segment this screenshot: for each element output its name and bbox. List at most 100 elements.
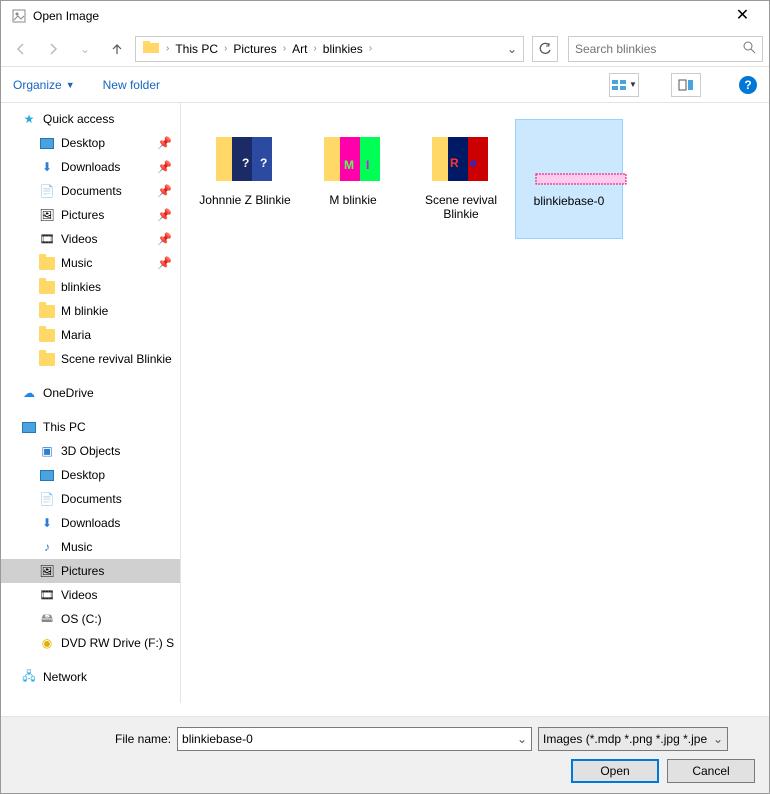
network-icon: 🖧 [21, 669, 37, 685]
pictures-icon: 🖼 [39, 563, 55, 579]
pin-icon: 📌 [157, 256, 172, 270]
filetype-filter[interactable]: Images (*.mdp *.png *.jpg *.jpe ⌄ [538, 727, 728, 751]
pin-icon: 📌 [157, 184, 172, 198]
dvd-icon: ◉ [39, 635, 55, 651]
tree-onedrive[interactable]: ☁OneDrive [1, 381, 180, 405]
file-label: Scene revival Blinkie [407, 193, 515, 221]
breadcrumb-blinkies[interactable]: blinkies [319, 42, 367, 56]
view-mode-button[interactable]: ▼ [609, 73, 639, 97]
nav-bar: ⌄ › This PC › Pictures › Art › blinkies … [1, 31, 769, 67]
search-icon [742, 40, 756, 57]
tree-dvd[interactable]: ◉DVD RW Drive (F:) S [1, 631, 180, 655]
search-box[interactable] [568, 36, 763, 62]
chevron-right-icon: › [367, 43, 374, 54]
tree-mblinkie[interactable]: M blinkie [1, 299, 180, 323]
image-thumb [534, 128, 604, 188]
tree-scene[interactable]: Scene revival Blinkie [1, 347, 180, 371]
back-button[interactable] [7, 35, 35, 63]
folder-icon [39, 303, 55, 319]
breadcrumb-pictures[interactable]: Pictures [229, 42, 280, 56]
svg-text:?: ? [242, 156, 249, 170]
pin-icon: 📌 [157, 136, 172, 150]
videos-icon: 🎞 [39, 231, 55, 247]
tree-3dobjects[interactable]: ▣3D Objects [1, 439, 180, 463]
help-button[interactable]: ? [739, 76, 757, 94]
nav-tree: ★Quick access Desktop📌 ⬇Downloads📌 📄Docu… [1, 103, 181, 703]
forward-button[interactable] [39, 35, 67, 63]
tree-videos2[interactable]: 🎞Videos [1, 583, 180, 607]
tree-pictures2[interactable]: 🖼Pictures [1, 559, 180, 583]
pictures-icon: 🖼 [39, 207, 55, 223]
tree-downloads[interactable]: ⬇Downloads📌 [1, 155, 180, 179]
file-pane[interactable]: ?? Johnnie Z Blinkie MI M blinkie Re Sce… [181, 103, 769, 703]
file-item[interactable]: ?? Johnnie Z Blinkie [191, 119, 299, 239]
cube-icon: ▣ [39, 443, 55, 459]
pin-icon: 📌 [157, 232, 172, 246]
recent-dropdown[interactable]: ⌄ [71, 35, 99, 63]
tree-documents2[interactable]: 📄Documents [1, 487, 180, 511]
tree-desktop2[interactable]: Desktop [1, 463, 180, 487]
tree-downloads2[interactable]: ⬇Downloads [1, 511, 180, 535]
tree-documents[interactable]: 📄Documents📌 [1, 179, 180, 203]
close-button[interactable]: ✕ [720, 2, 765, 30]
file-label: M blinkie [329, 193, 376, 207]
up-button[interactable] [103, 35, 131, 63]
window-title: Open Image [33, 9, 720, 23]
tree-network[interactable]: 🖧Network [1, 665, 180, 689]
folder-icon [39, 255, 55, 271]
tree-videos[interactable]: 🎞Videos📌 [1, 227, 180, 251]
chevron-down-icon: ▼ [66, 80, 75, 90]
address-dropdown[interactable]: ⌄ [503, 42, 521, 56]
chevron-right-icon: › [311, 43, 318, 54]
tree-quick-access[interactable]: ★Quick access [1, 107, 180, 131]
tree-blinkies[interactable]: blinkies [1, 275, 180, 299]
breadcrumb-thispc[interactable]: This PC [171, 42, 222, 56]
search-input[interactable] [575, 42, 738, 56]
tree-thispc[interactable]: This PC [1, 415, 180, 439]
filename-combobox[interactable]: ⌄ [177, 727, 532, 751]
svg-text:?: ? [260, 156, 267, 170]
folder-thumb: ?? [210, 127, 280, 187]
folder-icon [39, 279, 55, 295]
tree-music[interactable]: Music📌 [1, 251, 180, 275]
new-folder-button[interactable]: New folder [103, 78, 160, 92]
tree-osc[interactable]: 🖴OS (C:) [1, 607, 180, 631]
file-label: blinkiebase-0 [534, 194, 605, 208]
folder-icon [39, 327, 55, 343]
tree-music2[interactable]: ♪Music [1, 535, 180, 559]
bottom-panel: File name: ⌄ Images (*.mdp *.png *.jpg *… [1, 716, 769, 793]
refresh-button[interactable] [532, 36, 558, 62]
pin-icon: 📌 [157, 160, 172, 174]
downloads-icon: ⬇ [39, 159, 55, 175]
file-item[interactable]: Re Scene revival Blinkie [407, 119, 515, 239]
file-label: Johnnie Z Blinkie [199, 193, 290, 207]
filename-input[interactable] [182, 732, 517, 746]
main-area: ★Quick access Desktop📌 ⬇Downloads📌 📄Docu… [1, 103, 769, 703]
pin-icon: 📌 [157, 208, 172, 222]
chevron-down-icon: ⌄ [713, 732, 723, 746]
svg-text:R: R [450, 156, 459, 170]
drive-icon: 🖴 [39, 611, 55, 627]
videos-icon: 🎞 [39, 587, 55, 603]
tree-maria[interactable]: Maria [1, 323, 180, 347]
organize-menu[interactable]: Organize ▼ [13, 78, 75, 92]
svg-text:e: e [470, 156, 477, 170]
tree-desktop[interactable]: Desktop📌 [1, 131, 180, 155]
star-icon: ★ [21, 111, 37, 127]
chevron-down-icon[interactable]: ⌄ [517, 732, 527, 746]
preview-pane-button[interactable] [671, 73, 701, 97]
file-item[interactable]: MI M blinkie [299, 119, 407, 239]
pc-icon [21, 419, 37, 435]
cancel-button[interactable]: Cancel [667, 759, 755, 783]
desktop-icon [39, 135, 55, 151]
breadcrumb-art[interactable]: Art [288, 42, 311, 56]
downloads-icon: ⬇ [39, 515, 55, 531]
file-item-selected[interactable]: blinkiebase-0 [515, 119, 623, 239]
cloud-icon: ☁ [21, 385, 37, 401]
folder-icon [39, 351, 55, 367]
open-button[interactable]: Open [571, 759, 659, 783]
address-bar[interactable]: › This PC › Pictures › Art › blinkies › … [135, 36, 524, 62]
documents-icon: 📄 [39, 183, 55, 199]
tree-pictures[interactable]: 🖼Pictures📌 [1, 203, 180, 227]
app-icon [11, 8, 27, 24]
